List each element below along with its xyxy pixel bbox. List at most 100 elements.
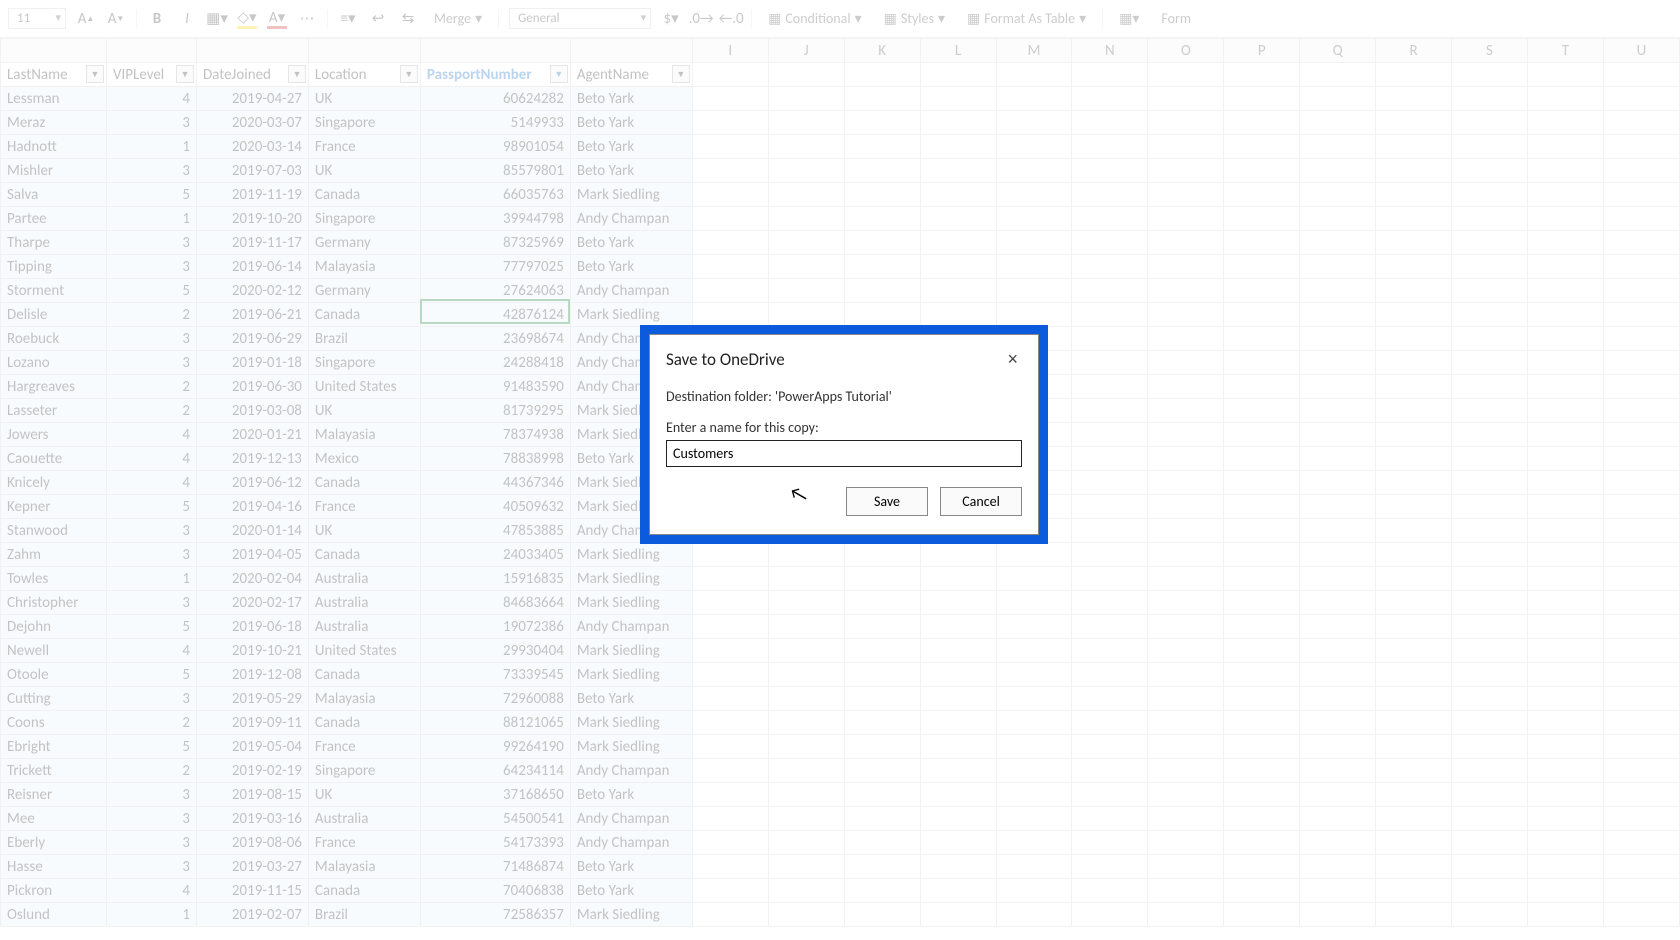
filter-header-lastname[interactable]: LastName▼ xyxy=(1,63,107,87)
table-row[interactable]: Trickett22019-02-19Singapore64234114Andy… xyxy=(1,759,1680,783)
cell[interactable]: 19072386 xyxy=(420,615,570,639)
cell[interactable]: Mark Siedling xyxy=(570,663,692,687)
cell[interactable]: Lasseter xyxy=(1,399,107,423)
filter-dropdown-icon[interactable]: ▼ xyxy=(672,65,690,83)
cell[interactable]: 85579801 xyxy=(420,159,570,183)
cell[interactable]: 84683664 xyxy=(420,591,570,615)
cell[interactable]: Andy Champan xyxy=(570,279,692,303)
cell[interactable]: 2019-07-03 xyxy=(196,159,308,183)
cell[interactable]: France xyxy=(308,135,420,159)
cell[interactable]: Trickett xyxy=(1,759,107,783)
cell[interactable]: 3 xyxy=(106,855,196,879)
cell[interactable]: 2 xyxy=(106,759,196,783)
cell[interactable]: 71486874 xyxy=(420,855,570,879)
column-header-blank[interactable] xyxy=(106,39,196,63)
cell[interactable]: 2019-03-16 xyxy=(196,807,308,831)
cell[interactable]: 2020-03-14 xyxy=(196,135,308,159)
cell[interactable]: 23698674 xyxy=(420,327,570,351)
insert-menu[interactable]: ▦▾ xyxy=(1113,8,1145,29)
cell[interactable]: Ebright xyxy=(1,735,107,759)
filter-header-datejoined[interactable]: DateJoined▼ xyxy=(196,63,308,87)
cell[interactable]: Roebuck xyxy=(1,327,107,351)
cell[interactable]: 42876124 xyxy=(420,303,570,327)
cell[interactable]: 98901054 xyxy=(420,135,570,159)
column-header-P[interactable]: P xyxy=(1224,39,1300,63)
cell[interactable]: 39944798 xyxy=(420,207,570,231)
indent-icon[interactable]: ⇆ xyxy=(398,9,418,29)
cell[interactable]: 73339545 xyxy=(420,663,570,687)
cell[interactable]: 3 xyxy=(106,231,196,255)
cell[interactable]: 27624063 xyxy=(420,279,570,303)
cell[interactable]: 2019-04-16 xyxy=(196,495,308,519)
cell[interactable]: 87325969 xyxy=(420,231,570,255)
cell[interactable]: Mark Siedling xyxy=(570,711,692,735)
cell[interactable]: 2020-02-17 xyxy=(196,591,308,615)
cell[interactable]: Coons xyxy=(1,711,107,735)
cell[interactable]: Tharpe xyxy=(1,231,107,255)
cell[interactable]: Zahm xyxy=(1,543,107,567)
table-row[interactable]: Delisle22019-06-21Canada42876124Mark Sie… xyxy=(1,303,1680,327)
cell[interactable]: 3 xyxy=(106,519,196,543)
column-header-S[interactable]: S xyxy=(1452,39,1528,63)
cell[interactable]: Malayasia xyxy=(308,687,420,711)
cell[interactable]: 2019-05-29 xyxy=(196,687,308,711)
fill-color-icon[interactable]: ◇▾ xyxy=(237,9,257,29)
cell[interactable]: 2020-01-14 xyxy=(196,519,308,543)
cell[interactable]: 2019-04-05 xyxy=(196,543,308,567)
cell[interactable]: 2019-06-14 xyxy=(196,255,308,279)
table-row[interactable]: Partee12019-10-20Singapore39944798Andy C… xyxy=(1,207,1680,231)
cell[interactable]: Cutting xyxy=(1,687,107,711)
table-row[interactable]: Oslund12019-02-07Brazil72586357Mark Sied… xyxy=(1,903,1680,927)
cell[interactable]: 2 xyxy=(106,303,196,327)
cell[interactable]: Canada xyxy=(308,879,420,903)
cell[interactable]: Malayasia xyxy=(308,255,420,279)
save-button[interactable]: Save xyxy=(846,487,928,516)
font-color-icon[interactable]: A▾ xyxy=(267,9,287,29)
cell[interactable]: Brazil xyxy=(308,903,420,927)
cell[interactable]: Oslund xyxy=(1,903,107,927)
wrap-text-icon[interactable]: ↩ xyxy=(368,9,388,29)
table-row[interactable]: Towles12020-02-04Australia15916835Mark S… xyxy=(1,567,1680,591)
cell[interactable]: Christopher xyxy=(1,591,107,615)
cell[interactable]: Malayasia xyxy=(308,855,420,879)
cell[interactable]: 2019-09-11 xyxy=(196,711,308,735)
cell[interactable]: Beto Yark xyxy=(570,255,692,279)
cell[interactable]: Hargreaves xyxy=(1,375,107,399)
cell[interactable]: 24288418 xyxy=(420,351,570,375)
cell[interactable]: 64234114 xyxy=(420,759,570,783)
filter-dropdown-icon[interactable]: ▼ xyxy=(400,65,418,83)
cell[interactable]: 54500541 xyxy=(420,807,570,831)
cell[interactable]: 1 xyxy=(106,567,196,591)
cell[interactable]: Mark Siedling xyxy=(570,903,692,927)
cell[interactable]: 70406838 xyxy=(420,879,570,903)
column-header-N[interactable]: N xyxy=(1072,39,1148,63)
cell[interactable]: 3 xyxy=(106,351,196,375)
italic-icon[interactable]: I xyxy=(177,9,197,29)
cell[interactable]: 2019-02-19 xyxy=(196,759,308,783)
cell[interactable]: Singapore xyxy=(308,759,420,783)
cell[interactable]: 2020-01-21 xyxy=(196,423,308,447)
cell[interactable]: 5 xyxy=(106,615,196,639)
format-as-table[interactable]: ▦ Format As Table ▾ xyxy=(961,8,1092,29)
cell[interactable]: United States xyxy=(308,639,420,663)
cell[interactable]: Australia xyxy=(308,807,420,831)
cell[interactable]: 2019-03-08 xyxy=(196,399,308,423)
column-header-U[interactable]: U xyxy=(1603,39,1679,63)
cell[interactable]: Mark Siedling xyxy=(570,639,692,663)
cell[interactable]: Mark Siedling xyxy=(570,567,692,591)
cell[interactable]: 2019-06-29 xyxy=(196,327,308,351)
decimal-dec-icon[interactable]: .0→ xyxy=(691,9,711,29)
column-header-O[interactable]: O xyxy=(1148,39,1224,63)
cell[interactable]: 1 xyxy=(106,135,196,159)
cell[interactable]: Salva xyxy=(1,183,107,207)
cell[interactable]: UK xyxy=(308,519,420,543)
cell[interactable]: 2 xyxy=(106,375,196,399)
cell[interactable]: 37168650 xyxy=(420,783,570,807)
cell[interactable]: Mark Siedling xyxy=(570,591,692,615)
column-header-blank[interactable] xyxy=(420,39,570,63)
table-row[interactable]: Reisner32019-08-15UK37168650Beto Yark xyxy=(1,783,1680,807)
cell[interactable]: Stanwood xyxy=(1,519,107,543)
cell[interactable]: Australia xyxy=(308,567,420,591)
cell[interactable]: 1 xyxy=(106,207,196,231)
cell[interactable]: 2020-02-12 xyxy=(196,279,308,303)
